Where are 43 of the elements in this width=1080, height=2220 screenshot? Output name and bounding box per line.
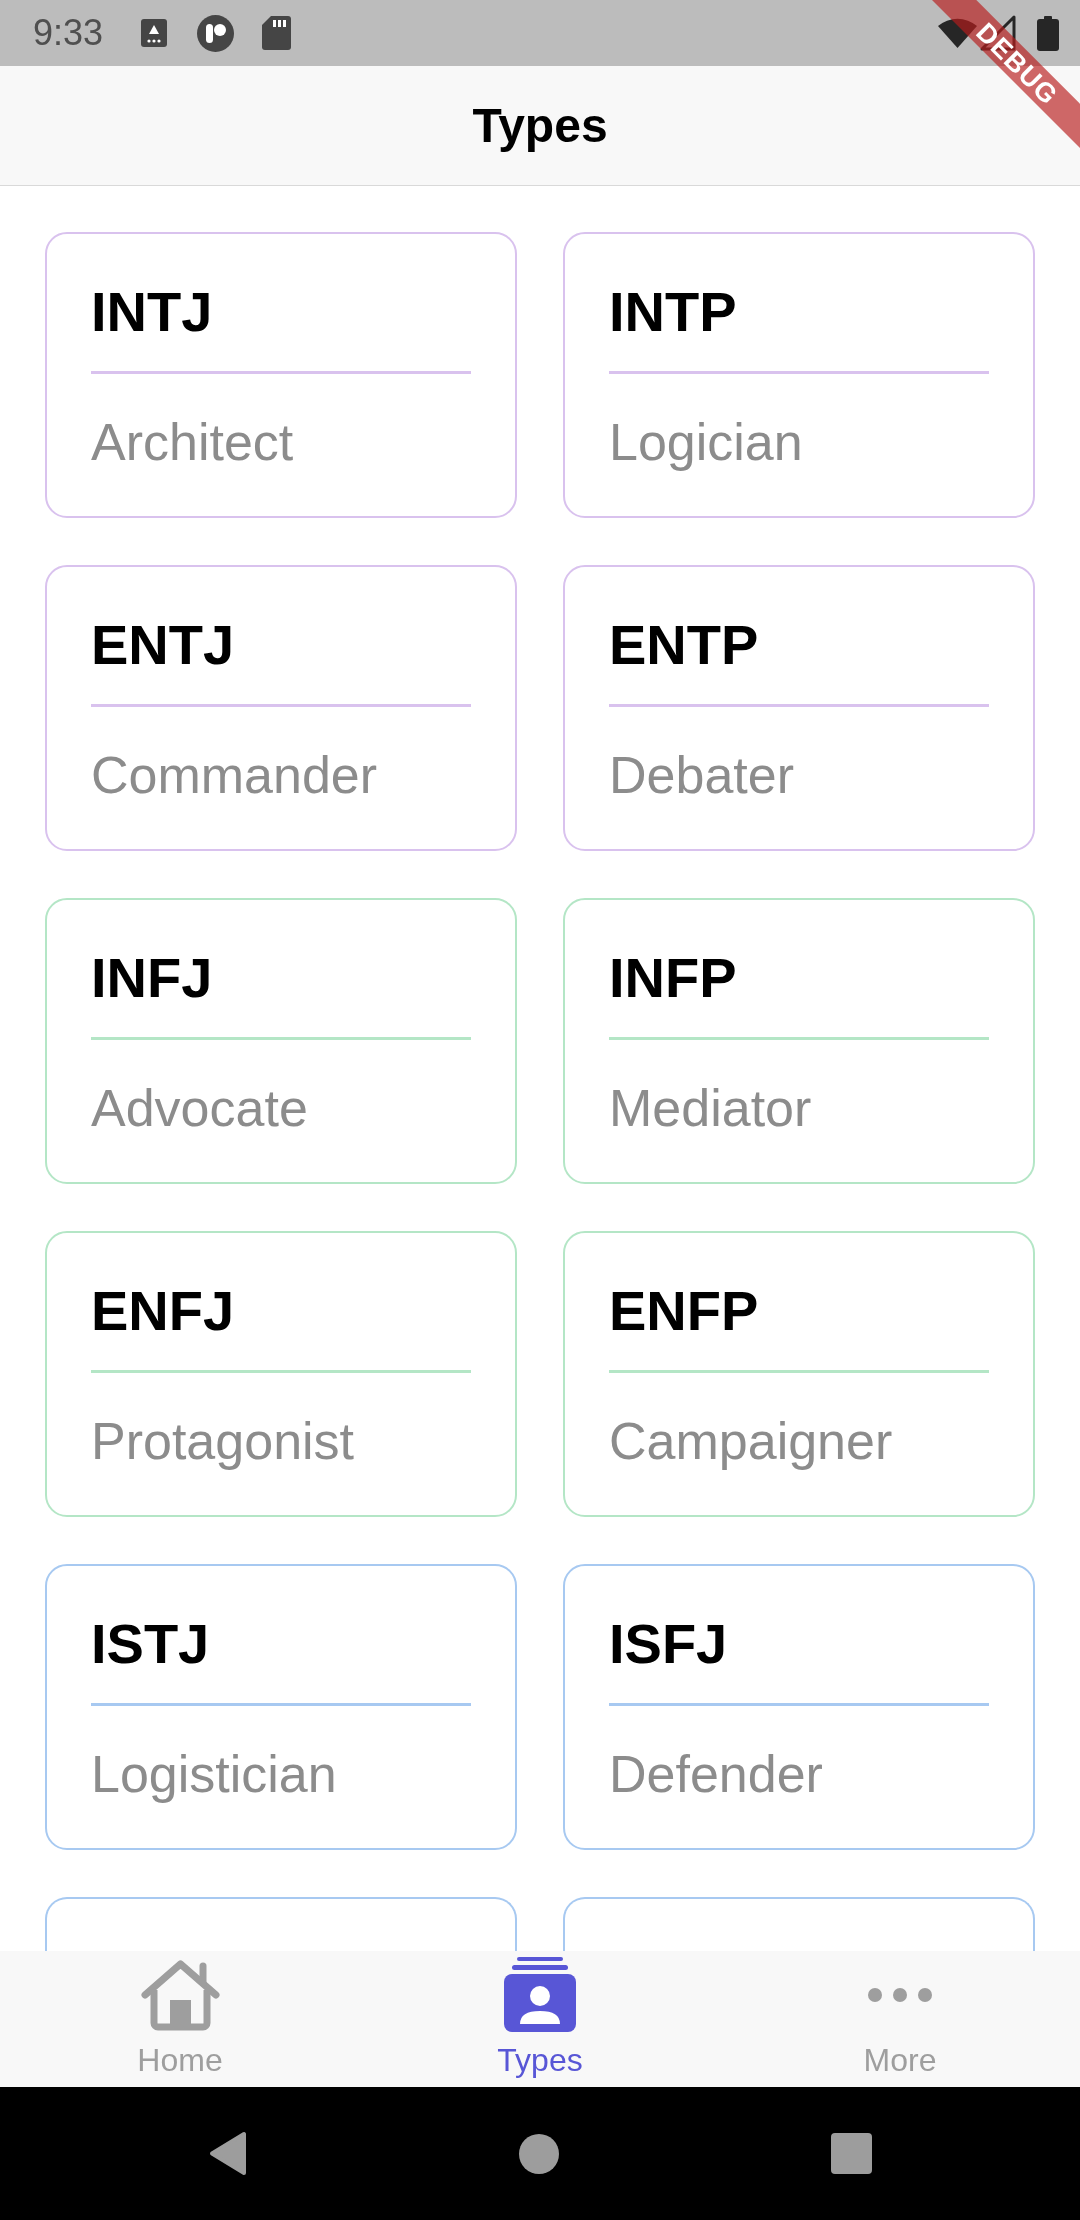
- recents-icon[interactable]: [830, 2133, 872, 2174]
- type-code: ENTP: [609, 612, 760, 678]
- type-card[interactable]: INFP Mediator: [563, 898, 1035, 1184]
- type-code: INFP: [609, 945, 738, 1011]
- type-name: Debater: [609, 745, 795, 806]
- type-code: ISFJ: [609, 1611, 729, 1677]
- type-card[interactable]: ISTJ Logistician: [45, 1564, 517, 1850]
- notification-square-icon: [141, 19, 168, 47]
- type-name: Logistician: [91, 1744, 338, 1805]
- home-icon[interactable]: [518, 2133, 559, 2174]
- type-card[interactable]: INTJ Architect: [45, 232, 517, 518]
- back-icon[interactable]: [208, 2131, 247, 2176]
- status-time: 9:33: [33, 12, 104, 54]
- more-icon: [868, 1988, 932, 2002]
- type-card[interactable]: ENFJ Protagonist: [45, 1231, 517, 1517]
- nav-tab[interactable]: Types: [360, 1951, 720, 2087]
- type-name: Logician: [609, 412, 804, 473]
- type-name: Mediator: [609, 1078, 813, 1139]
- type-code: INFJ: [91, 945, 214, 1011]
- sd-card-icon: [262, 16, 292, 50]
- type-card[interactable]: INTP Logician: [563, 232, 1035, 518]
- type-card[interactable]: ENTP Debater: [563, 565, 1035, 851]
- type-name: Commander: [91, 745, 379, 806]
- type-code: ENFP: [609, 1278, 760, 1344]
- type-code: INTP: [609, 279, 738, 345]
- type-name: Advocate: [91, 1078, 309, 1139]
- circle-logo-icon: [197, 14, 235, 52]
- type-code: ISTJ: [91, 1611, 211, 1677]
- type-card[interactable]: ENTJ Commander: [45, 565, 517, 851]
- type-code: ENFJ: [91, 1278, 236, 1344]
- house-icon: [139, 1959, 221, 2031]
- type-name: Protagonist: [91, 1411, 356, 1472]
- contact-card-icon: [504, 1957, 576, 2032]
- type-card[interactable]: ENFP Campaigner: [563, 1231, 1035, 1517]
- type-name: Architect: [91, 412, 295, 473]
- type-name: Defender: [609, 1744, 824, 1805]
- type-card[interactable]: ISFJ Defender: [563, 1564, 1035, 1850]
- type-name: Campaigner: [609, 1411, 894, 1472]
- screen-title: Types: [472, 98, 608, 153]
- type-code: ENTJ: [91, 612, 236, 678]
- wifi-icon: [938, 18, 977, 48]
- type-card[interactable]: INFJ Advocate: [45, 898, 517, 1184]
- type-code: INTJ: [91, 279, 214, 345]
